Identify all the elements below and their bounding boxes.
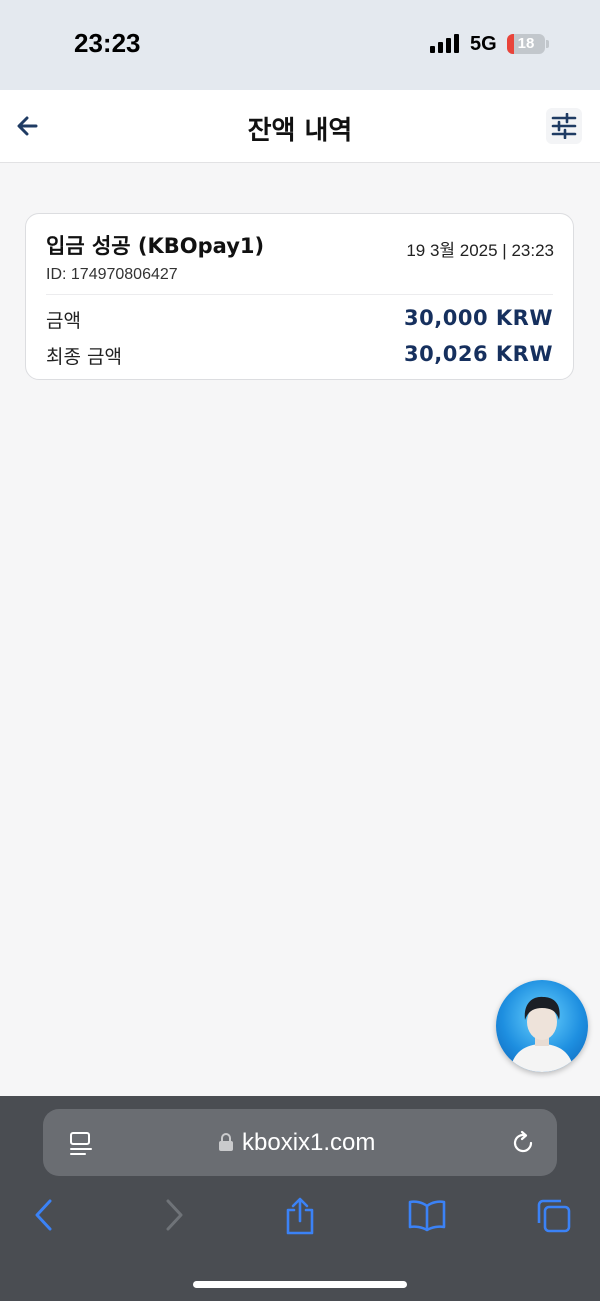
avatar-icon — [510, 996, 574, 1072]
page-title: 잔액 내역 — [247, 116, 353, 146]
bookmarks-icon[interactable] — [407, 1198, 447, 1232]
battery-icon: 18 — [507, 34, 545, 54]
tabs-icon[interactable] — [535, 1197, 573, 1235]
app-header: 잔액 내역 — [0, 90, 600, 163]
lock-icon — [219, 1133, 233, 1151]
support-avatar-button[interactable] — [496, 980, 588, 1072]
reader-icon[interactable] — [68, 1130, 94, 1156]
network-type: 5G — [470, 33, 497, 55]
reload-icon[interactable] — [510, 1130, 536, 1156]
url-text[interactable]: kboxix1.com — [242, 1129, 375, 1157]
filter-button[interactable] — [546, 108, 582, 144]
transaction-title: 입금 성공 (KBOpay1) — [46, 234, 265, 258]
home-indicator — [193, 1281, 407, 1288]
transaction-card[interactable]: 입금 성공 (KBOpay1) 19 3월 2025 | 23:23 ID: 1… — [25, 213, 574, 380]
forward-icon — [166, 1199, 183, 1231]
final-amount-label: 최종 금액 — [46, 346, 122, 368]
final-amount-value: 30,026 KRW — [404, 342, 553, 366]
battery-percent: 18 — [517, 35, 535, 52]
back-icon[interactable] — [30, 1198, 58, 1232]
amount-value: 30,000 KRW — [404, 306, 553, 330]
amount-label: 금액 — [46, 310, 81, 332]
status-bar: 23:23 5G 18 — [0, 0, 600, 90]
status-time: 23:23 — [74, 28, 141, 58]
card-divider — [46, 294, 553, 295]
transaction-id: ID: 174970806427 — [46, 266, 178, 283]
battery-tip — [546, 40, 549, 48]
share-icon[interactable] — [283, 1196, 317, 1236]
signal-icon — [430, 33, 462, 53]
sliders-icon — [551, 113, 577, 139]
transaction-datetime: 19 3월 2025 | 23:23 — [406, 241, 554, 260]
